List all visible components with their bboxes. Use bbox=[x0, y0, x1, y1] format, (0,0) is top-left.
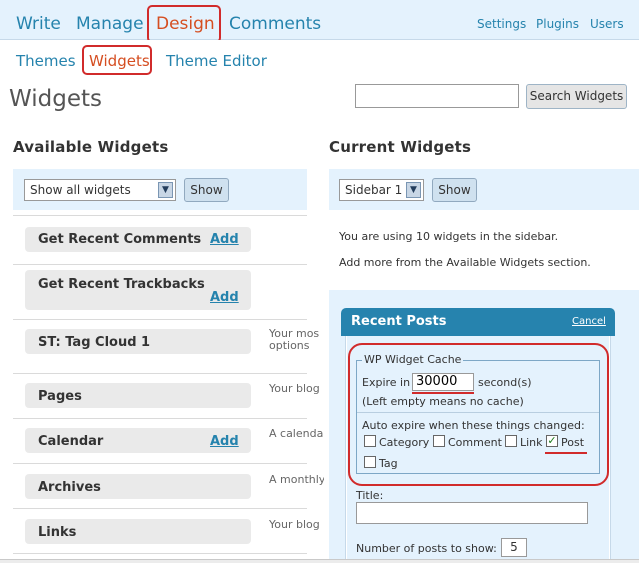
chevron-down-icon: ▼ bbox=[406, 182, 421, 198]
add-widget-link[interactable]: Add bbox=[210, 434, 239, 449]
widget-description: Your mos bbox=[269, 328, 320, 340]
available-filter-bar: Show all widgets ▼ Show bbox=[13, 169, 307, 210]
horizontal-scrollbar[interactable] bbox=[0, 559, 639, 563]
subnav-widgets[interactable]: Widgets bbox=[89, 52, 150, 70]
divider bbox=[13, 319, 307, 320]
num-posts-input[interactable]: 5 bbox=[501, 538, 527, 557]
recent-posts-title: Recent Posts bbox=[351, 314, 447, 329]
divider bbox=[13, 508, 307, 509]
widgets-help-text: Add more from the Available Widgets sect… bbox=[339, 256, 591, 269]
search-input[interactable] bbox=[355, 84, 519, 108]
widget-description-cont: options bbox=[269, 340, 310, 352]
current-widgets-heading: Current Widgets bbox=[329, 138, 472, 156]
widget-description: A monthly bbox=[269, 474, 324, 486]
num-posts-label: Number of posts to show: bbox=[356, 542, 497, 555]
widget-filter-value: Show all widgets bbox=[30, 183, 131, 197]
nav-users[interactable]: Users bbox=[590, 17, 624, 31]
widget-description: Your blog bbox=[269, 519, 320, 531]
nav-plugins[interactable]: Plugins bbox=[536, 17, 579, 31]
available-show-button[interactable]: Show bbox=[184, 178, 229, 202]
widget-description: A calenda bbox=[269, 428, 324, 440]
sub-nav-bar: Themes Widgets Theme Editor bbox=[0, 40, 639, 80]
page-title: Widgets bbox=[9, 86, 102, 112]
divider bbox=[13, 553, 307, 554]
sidebar-select-value: Sidebar 1 bbox=[345, 183, 403, 197]
widget-filter-select[interactable]: Show all widgets ▼ bbox=[24, 179, 176, 201]
nav-manage[interactable]: Manage bbox=[76, 14, 144, 34]
nav-settings[interactable]: Settings bbox=[477, 17, 526, 31]
widget-name: ST: Tag Cloud 1 bbox=[38, 335, 151, 350]
widget-description: Your blog bbox=[269, 383, 320, 395]
divider bbox=[13, 418, 307, 419]
widget-name: Calendar bbox=[38, 434, 104, 449]
widget-name: Get Recent Trackbacks bbox=[38, 277, 205, 292]
chevron-down-icon: ▼ bbox=[158, 182, 173, 198]
cache-highlight bbox=[348, 343, 609, 486]
divider bbox=[13, 215, 307, 216]
divider bbox=[13, 264, 307, 265]
nav-design[interactable]: Design bbox=[156, 14, 215, 34]
subnav-themes[interactable]: Themes bbox=[16, 52, 76, 70]
widget-name: Links bbox=[38, 525, 77, 540]
title-input[interactable] bbox=[356, 502, 588, 524]
subnav-theme-editor[interactable]: Theme Editor bbox=[166, 52, 267, 70]
current-show-button[interactable]: Show bbox=[432, 178, 477, 202]
current-filter-bar: Sidebar 1 ▼ Show bbox=[329, 169, 639, 210]
widgets-count-text: You are using 10 widgets in the sidebar. bbox=[339, 230, 559, 243]
title-label: Title: bbox=[356, 489, 384, 502]
nav-write[interactable]: Write bbox=[16, 14, 61, 34]
cancel-link[interactable]: Cancel bbox=[572, 316, 606, 327]
widget-name: Get Recent Comments bbox=[38, 232, 202, 247]
add-widget-link[interactable]: Add bbox=[210, 290, 239, 305]
divider bbox=[13, 463, 307, 464]
widget-name: Archives bbox=[38, 480, 101, 495]
search-widgets-button[interactable]: Search Widgets bbox=[526, 84, 627, 109]
available-widgets-heading: Available Widgets bbox=[13, 138, 169, 156]
divider bbox=[13, 373, 307, 374]
add-widget-link[interactable]: Add bbox=[210, 232, 239, 247]
nav-comments[interactable]: Comments bbox=[229, 14, 321, 34]
sidebar-select[interactable]: Sidebar 1 ▼ bbox=[339, 179, 424, 201]
widget-name: Pages bbox=[38, 389, 82, 404]
